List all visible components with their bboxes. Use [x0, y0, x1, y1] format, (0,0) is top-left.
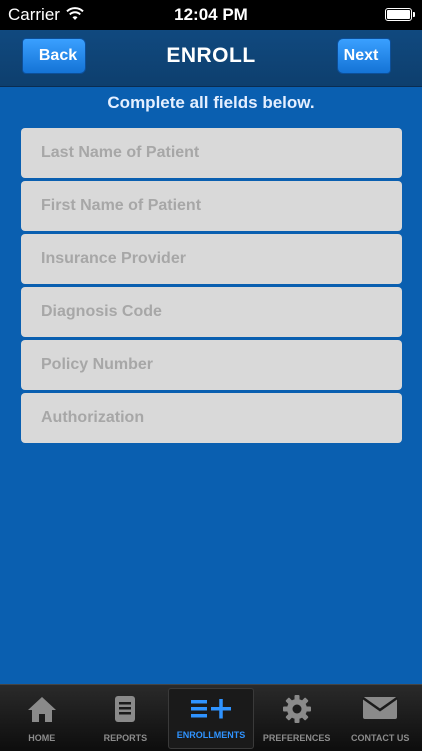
- navigation-bar: Back ENROLL Next: [0, 30, 422, 87]
- tab-enrollments[interactable]: ENROLLMENTS: [168, 688, 254, 749]
- battery-icon: [385, 8, 415, 21]
- tab-contact-us-label: CONTACT US: [351, 733, 410, 743]
- next-button-label: Next: [343, 47, 379, 64]
- tab-contact-us[interactable]: CONTACT US: [338, 685, 422, 751]
- policy-number-field[interactable]: Policy Number: [21, 340, 402, 390]
- tab-reports-label: REPORTS: [103, 733, 148, 743]
- list-add-icon: [189, 696, 233, 724]
- tab-preferences-label: PREFERENCES: [262, 733, 331, 743]
- tab-home[interactable]: HOME: [0, 685, 84, 751]
- tab-home-label: HOME: [28, 733, 56, 743]
- tab-bar: HOME REPORTS ENROLLMENTS PREFERENCES CON…: [0, 684, 422, 751]
- house-icon: [26, 695, 58, 725]
- gear-icon: [282, 695, 311, 725]
- document-icon: [114, 695, 136, 725]
- insurance-provider-field[interactable]: Insurance Provider: [21, 234, 402, 284]
- last-name-field[interactable]: Last Name of Patient: [21, 128, 402, 178]
- authorization-field[interactable]: Authorization: [21, 393, 402, 443]
- instructions-text: Complete all fields below.: [107, 93, 315, 112]
- next-button[interactable]: Next: [337, 38, 391, 74]
- tab-preferences[interactable]: PREFERENCES: [255, 685, 339, 751]
- envelope-icon: [362, 695, 398, 723]
- tab-reports[interactable]: REPORTS: [84, 685, 168, 751]
- tab-enrollments-label: ENROLLMENTS: [176, 730, 246, 740]
- diagnosis-code-field[interactable]: Diagnosis Code: [21, 287, 402, 337]
- first-name-field[interactable]: First Name of Patient: [21, 181, 402, 231]
- enrollment-form: Last Name of Patient First Name of Patie…: [21, 128, 402, 446]
- clock: 12:04 PM: [174, 5, 248, 24]
- back-button-label: Back: [38, 47, 78, 64]
- status-bar: Carrier 12:04 PM: [0, 0, 422, 30]
